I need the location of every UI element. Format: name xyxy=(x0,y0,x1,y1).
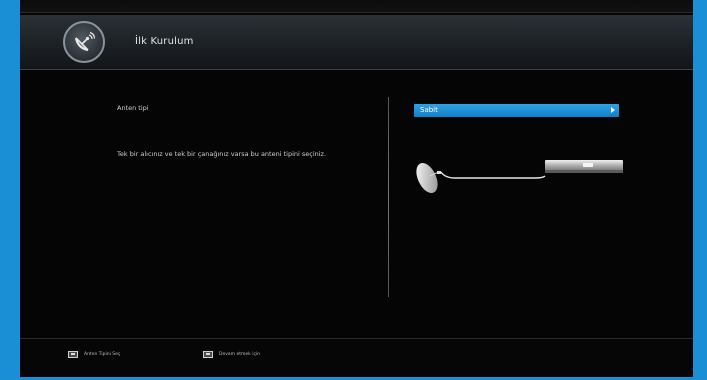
top-strip xyxy=(20,0,693,13)
antenna-type-select-value: Sabit xyxy=(420,106,438,114)
antenna-type-description: Tek bir alıcınız ve tek bir çanağınız va… xyxy=(117,150,327,158)
vertical-divider xyxy=(388,97,389,297)
footer-bar: Anten Tipini Seç Devam etmek için xyxy=(20,338,693,377)
antenna-type-label: Anten tipi xyxy=(117,104,149,112)
page-title: İlk Kurulum xyxy=(135,36,194,47)
footer-hint-label: Anten Tipini Seç xyxy=(84,352,121,357)
satellite-dish-graphic xyxy=(416,163,441,193)
antenna-type-select[interactable]: Sabit xyxy=(414,104,619,117)
setup-screen: İlk Kurulum Anten tipi Tek bir alıcınız … xyxy=(20,0,693,377)
footer-hint-label: Devam etmek için xyxy=(219,352,261,357)
cable-line xyxy=(440,171,546,179)
antenna-diagram-svg xyxy=(416,160,623,193)
keyboard-key-icon xyxy=(203,351,213,358)
chevron-right-icon[interactable] xyxy=(611,107,615,113)
satellite-dish-icon xyxy=(63,21,105,63)
antenna-connection-diagram xyxy=(415,150,625,204)
keyboard-key-icon xyxy=(68,351,78,358)
header-bar: İlk Kurulum xyxy=(20,15,693,70)
receiver-box-graphic xyxy=(545,160,623,173)
